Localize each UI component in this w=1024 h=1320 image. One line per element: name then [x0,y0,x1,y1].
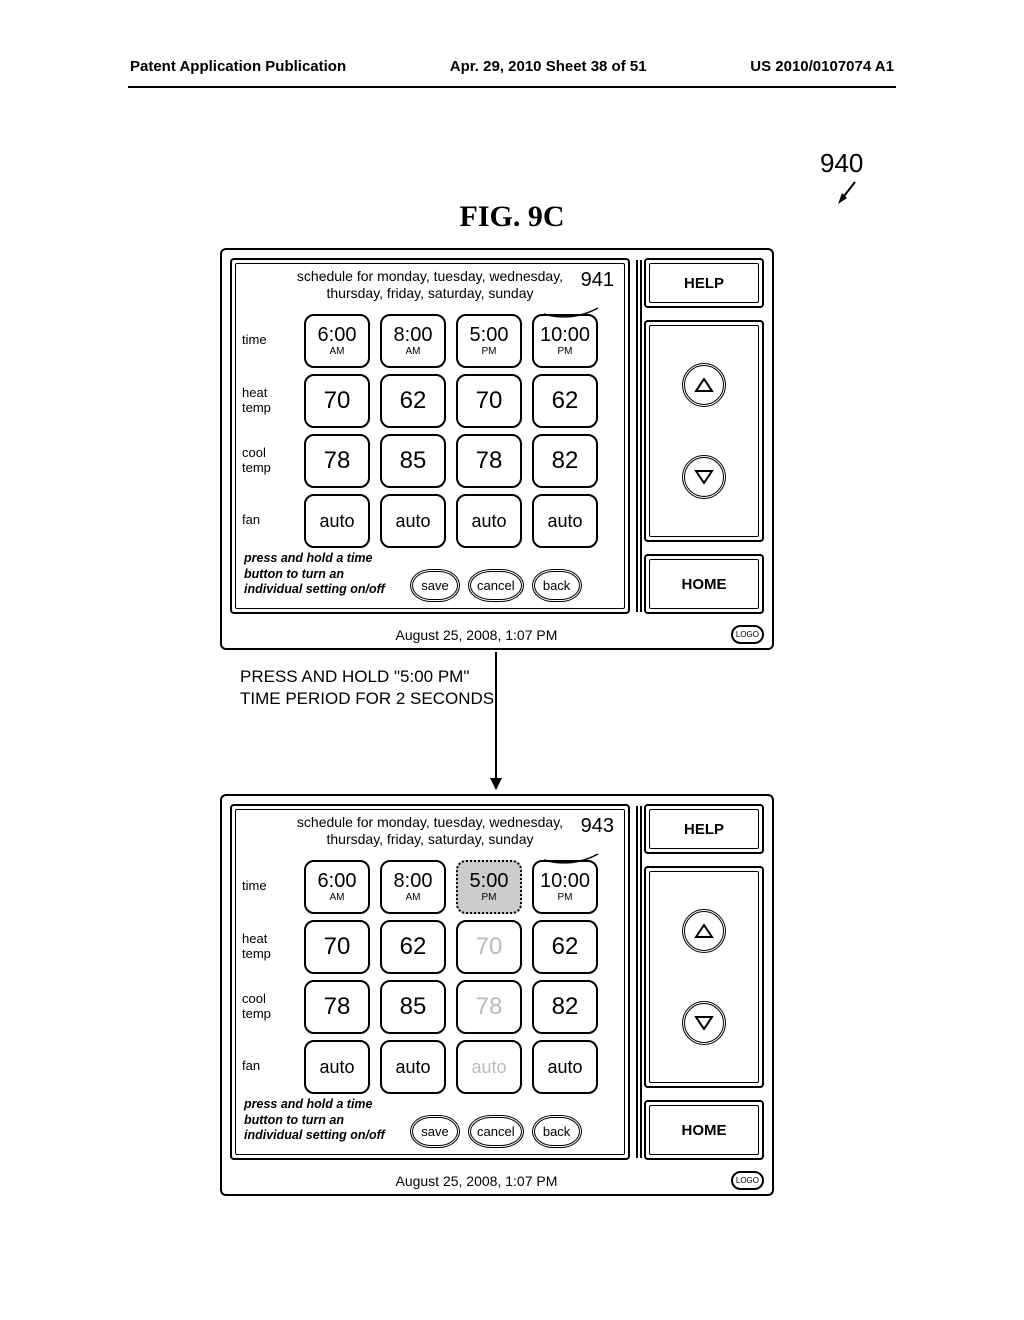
title-line1: schedule for monday, tuesday, wednesday, [297,814,563,830]
row-label-fan: fan [242,494,294,548]
ref-num-940: 940 [820,148,863,179]
pub-left: Patent Application Publication [130,58,346,75]
save-button[interactable]: save [410,569,460,602]
cool-cell-4[interactable]: 82 [532,434,598,488]
time-cell-4[interactable]: 10:00PM [532,860,598,914]
schedule-grid: time 6:00AM 8:00AM 5:00PM 10:00PM heat t… [242,860,620,1094]
time-cell-3[interactable]: 5:00PM [456,860,522,914]
heat-cell-3[interactable]: 70 [456,920,522,974]
down-arrow-button[interactable] [682,455,726,499]
heat-cell-1[interactable]: 70 [304,374,370,428]
main-panel: schedule for monday, tuesday, wednesday,… [230,804,630,1160]
time-cell-4[interactable]: 10:00PM [532,314,598,368]
triangle-down-icon [694,1015,714,1031]
cool-cell-2[interactable]: 85 [380,980,446,1034]
arrow-group [682,909,726,1045]
header-rule [128,86,896,88]
datetime: August 25, 2008, 1:07 PM [222,1173,731,1189]
home-button[interactable]: HOME [644,554,764,614]
schedule-title: schedule for monday, tuesday, wednesday,… [240,812,620,850]
back-button[interactable]: back [532,1115,582,1148]
up-arrow-button[interactable] [682,363,726,407]
vertical-divider [636,260,642,612]
time-cell-1[interactable]: 6:00AM [304,314,370,368]
pub-right: US 2010/0107074 A1 [750,58,894,75]
side-column: HELP HOME [644,258,764,614]
help-button[interactable]: HELP [644,258,764,308]
fan-cell-3[interactable]: auto [456,494,522,548]
fan-cell-2[interactable]: auto [380,1040,446,1094]
heat-cell-2[interactable]: 62 [380,374,446,428]
side-mid-panel [644,866,764,1088]
back-button[interactable]: back [532,569,582,602]
help-button[interactable]: HELP [644,804,764,854]
heat-cell-4[interactable]: 62 [532,374,598,428]
row-label-time: time [242,860,294,914]
cool-cell-1[interactable]: 78 [304,434,370,488]
down-arrow-button[interactable] [682,1001,726,1045]
heat-cell-1[interactable]: 70 [304,920,370,974]
cool-cell-1[interactable]: 78 [304,980,370,1034]
schedule-grid: time 6:00AM 8:00AM 5:00PM 10:00PM heat t… [242,314,620,548]
schedule-title: schedule for monday, tuesday, wednesday,… [240,266,620,304]
fan-cell-1[interactable]: auto [304,494,370,548]
row-label-time: time [242,314,294,368]
row-label-heat: heat temp [242,920,294,974]
fan-cell-1[interactable]: auto [304,1040,370,1094]
footer: August 25, 2008, 1:07 PM LOGO [222,625,772,644]
hint-text: press and hold a time button to turn an … [244,1097,399,1144]
row-label-cool: cool temp [242,434,294,488]
heat-cell-4[interactable]: 62 [532,920,598,974]
triangle-up-icon [694,377,714,393]
save-button[interactable]: save [410,1115,460,1148]
cool-cell-3[interactable]: 78 [456,434,522,488]
up-arrow-button[interactable] [682,909,726,953]
time-cell-2[interactable]: 8:00AM [380,314,446,368]
transition-arrow-icon [486,652,506,792]
side-mid-panel [644,320,764,542]
main-panel: schedule for monday, tuesday, wednesday,… [230,258,630,614]
triangle-down-icon [694,469,714,485]
title-line2: thursday, friday, saturday, sunday [327,285,534,301]
device-frame-top: schedule for monday, tuesday, wednesday,… [220,248,774,650]
cancel-button[interactable]: cancel [468,1115,524,1148]
figure-title: FIG. 9C [0,200,1024,234]
datetime: August 25, 2008, 1:07 PM [222,627,731,643]
callout-941: 941 [581,268,614,292]
time-cell-2[interactable]: 8:00AM [380,860,446,914]
side-column: HELP HOME [644,804,764,1160]
pub-center: Apr. 29, 2010 Sheet 38 of 51 [450,58,647,75]
logo-badge: LOGO [731,625,764,644]
action-row: save cancel back [410,1115,582,1148]
action-row: save cancel back [410,569,582,602]
fan-cell-4[interactable]: auto [532,494,598,548]
footer: August 25, 2008, 1:07 PM LOGO [222,1171,772,1190]
row-label-fan: fan [242,1040,294,1094]
heat-cell-3[interactable]: 70 [456,374,522,428]
title-line1: schedule for monday, tuesday, wednesday, [297,268,563,284]
time-cell-1[interactable]: 6:00AM [304,860,370,914]
arrow-group [682,363,726,499]
title-line2: thursday, friday, saturday, sunday [327,831,534,847]
logo-badge: LOGO [731,1171,764,1190]
vertical-divider [636,806,642,1158]
page-header: Patent Application Publication Apr. 29, … [0,58,1024,75]
transition-caption: PRESS AND HOLD "5:00 PM" TIME PERIOD FOR… [240,666,500,710]
row-label-heat: heat temp [242,374,294,428]
triangle-up-icon [694,923,714,939]
heat-cell-2[interactable]: 62 [380,920,446,974]
cool-cell-3[interactable]: 78 [456,980,522,1034]
fan-cell-2[interactable]: auto [380,494,446,548]
cancel-button[interactable]: cancel [468,569,524,602]
callout-943: 943 [581,814,614,838]
time-cell-3[interactable]: 5:00PM [456,314,522,368]
cool-cell-4[interactable]: 82 [532,980,598,1034]
home-button[interactable]: HOME [644,1100,764,1160]
fan-cell-4[interactable]: auto [532,1040,598,1094]
cool-cell-2[interactable]: 85 [380,434,446,488]
fan-cell-3[interactable]: auto [456,1040,522,1094]
device-frame-bottom: schedule for monday, tuesday, wednesday,… [220,794,774,1196]
row-label-cool: cool temp [242,980,294,1034]
hint-text: press and hold a time button to turn an … [244,551,399,598]
